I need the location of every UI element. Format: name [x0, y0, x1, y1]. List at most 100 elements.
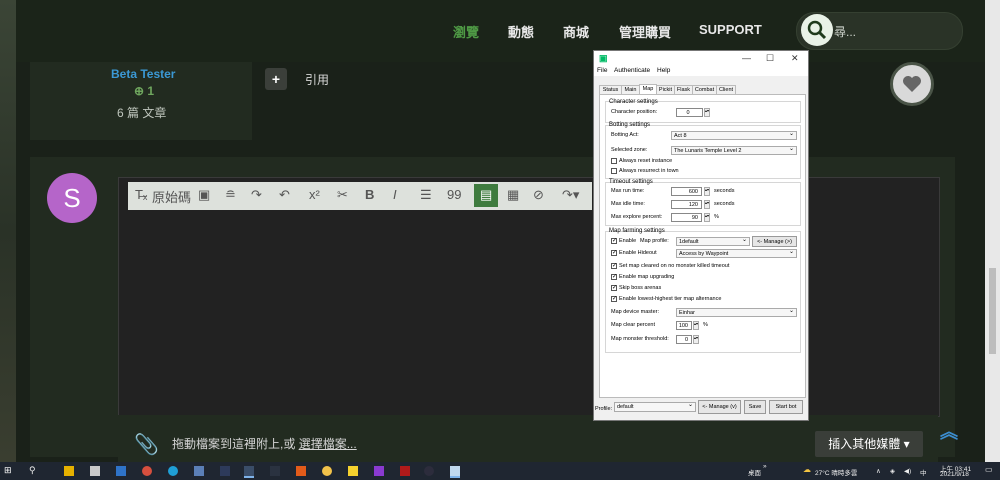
tier-alternance-checkbox[interactable]: ✓: [611, 296, 617, 302]
ime-icon[interactable]: 中: [920, 467, 927, 477]
map-profile-manage-button[interactable]: <- Manage (>): [752, 236, 797, 247]
tab-flask[interactable]: Flask: [674, 85, 693, 94]
weather-text[interactable]: 27°C 晴時多雲: [815, 467, 857, 477]
profile-manage-button[interactable]: <- Manage (v): [698, 400, 741, 414]
store-icon[interactable]: [90, 466, 100, 476]
max-run-input[interactable]: 600: [671, 187, 702, 196]
volume-icon[interactable]: ◀): [904, 467, 911, 475]
nav-activity[interactable]: 動態: [508, 22, 534, 41]
chrome-icon[interactable]: [142, 466, 152, 476]
tab-main[interactable]: Main: [621, 85, 640, 94]
set-map-cleared-checkbox[interactable]: ✓: [611, 263, 617, 269]
insert-media-button[interactable]: 插入其他媒體 ▾: [815, 431, 923, 457]
menu-authenticate[interactable]: Authenticate: [614, 67, 650, 74]
more-icon[interactable]: ↷▾: [562, 187, 579, 203]
max-explore-stepper[interactable]: ▴▾: [704, 213, 710, 222]
bot-app-icon[interactable]: [450, 466, 460, 478]
enable-hideout-checkbox[interactable]: ✓: [611, 250, 617, 256]
monster-threshold-input[interactable]: 0: [676, 335, 692, 344]
notification-icon[interactable]: ▭: [985, 465, 993, 474]
character-position-input[interactable]: 0: [676, 108, 703, 117]
map-clear-stepper[interactable]: ▴▾: [693, 321, 699, 330]
cut-icon[interactable]: ✂: [337, 187, 348, 203]
map-upgrading-checkbox[interactable]: ✓: [611, 274, 617, 280]
map-clear-input[interactable]: 100: [676, 321, 692, 330]
menu-help[interactable]: Help: [657, 67, 670, 74]
always-resurrect-checkbox[interactable]: [611, 168, 617, 174]
undo-icon[interactable]: ↶: [279, 187, 290, 203]
monster-threshold-stepper[interactable]: ▴▾: [693, 335, 699, 344]
profile-select[interactable]: default: [614, 401, 696, 412]
search-taskbar-icon[interactable]: ⚲: [29, 465, 39, 475]
skip-boss-checkbox[interactable]: ✓: [611, 285, 617, 291]
reply-editor[interactable]: [118, 177, 940, 417]
app-icon-1[interactable]: [194, 466, 204, 476]
quote-plus-button[interactable]: +: [265, 68, 287, 90]
remove-format-icon[interactable]: T̶ₓ: [135, 187, 147, 202]
max-run-stepper[interactable]: ▴▾: [704, 187, 710, 196]
max-idle-stepper[interactable]: ▴▾: [704, 200, 710, 209]
network-icon[interactable]: ◈: [890, 467, 895, 475]
search-icon[interactable]: [801, 14, 833, 46]
nav-manage-purchases[interactable]: 管理購買: [619, 22, 671, 41]
tab-status[interactable]: Status: [599, 85, 622, 94]
max-idle-input[interactable]: 120: [671, 200, 702, 209]
list-icon[interactable]: ☰: [420, 187, 432, 203]
max-explore-input[interactable]: 90: [671, 213, 702, 222]
app-icon-2[interactable]: [220, 466, 230, 476]
scrollbar-thumb[interactable]: [989, 268, 996, 354]
bold-button[interactable]: B: [365, 187, 374, 202]
close-button[interactable]: ✕: [791, 53, 799, 64]
notes-icon[interactable]: [348, 466, 358, 476]
tab-client[interactable]: Client: [716, 85, 736, 94]
map-device-select[interactable]: Einhar: [676, 307, 797, 317]
desktop-toolbar[interactable]: 桌面: [748, 467, 761, 477]
always-reset-checkbox[interactable]: [611, 158, 617, 164]
save-button[interactable]: Save: [744, 400, 766, 414]
map-farming-enable-checkbox[interactable]: ✓: [611, 238, 617, 244]
nav-store[interactable]: 商城: [563, 22, 589, 41]
edge-icon[interactable]: [168, 466, 178, 476]
nav-browse[interactable]: 瀏覽: [453, 22, 479, 41]
quote-button[interactable]: 99: [447, 187, 461, 202]
app-icon-4[interactable]: [322, 466, 332, 476]
italic-button[interactable]: I: [393, 187, 397, 202]
clock-date[interactable]: 2021/9/18: [940, 471, 969, 478]
start-button[interactable]: ⊞: [4, 465, 14, 475]
start-bot-button[interactable]: Start bot: [769, 400, 803, 414]
office-icon[interactable]: [296, 466, 306, 476]
scroll-top-icon[interactable]: ︽: [940, 418, 958, 444]
map-profile-select[interactable]: 1default: [676, 236, 750, 246]
mail-icon[interactable]: [116, 466, 126, 476]
app-icon-3[interactable]: [270, 466, 280, 476]
maximize-button[interactable]: ☐: [766, 53, 774, 64]
tray-overflow-icon[interactable]: ∧: [876, 467, 881, 475]
character-position-stepper[interactable]: ▴▾: [704, 108, 710, 117]
app-icon-5[interactable]: [374, 466, 384, 476]
app-icon-7[interactable]: [424, 466, 434, 476]
link-icon[interactable]: ⊘: [533, 187, 544, 203]
botting-act-select[interactable]: Act 8: [671, 130, 797, 140]
redo-icon[interactable]: ↷: [251, 187, 262, 203]
file-explorer-icon[interactable]: [64, 466, 74, 476]
hideout-access-select[interactable]: Access by Waypoint: [676, 248, 797, 258]
nav-support[interactable]: SUPPORT: [699, 22, 762, 37]
strikethrough-icon[interactable]: ≘: [225, 187, 236, 203]
selected-zone-select[interactable]: The Lunaris Temple Level 2: [671, 145, 797, 155]
toolbar-expand-icon[interactable]: »: [763, 463, 767, 470]
app-icon-6[interactable]: [400, 466, 410, 476]
source-button[interactable]: 原始碼: [152, 187, 191, 206]
like-button[interactable]: [890, 62, 934, 106]
superscript-button[interactable]: x²: [309, 187, 320, 202]
page-scrollbar[interactable]: [985, 0, 1000, 462]
minimize-button[interactable]: —: [742, 53, 751, 63]
template-icon[interactable]: ▣: [198, 187, 210, 203]
tab-pickit[interactable]: Pickit: [656, 85, 675, 94]
window-titlebar[interactable]: ▣ — ☐ ✕: [594, 51, 808, 66]
steam-icon[interactable]: [244, 466, 254, 478]
choose-file-link[interactable]: 選擇檔案...: [299, 437, 357, 451]
table-icon[interactable]: ▦: [507, 187, 519, 203]
quote-link[interactable]: 引用: [305, 71, 329, 88]
tab-combat[interactable]: Combat: [692, 85, 717, 94]
menu-file[interactable]: File: [597, 67, 607, 74]
